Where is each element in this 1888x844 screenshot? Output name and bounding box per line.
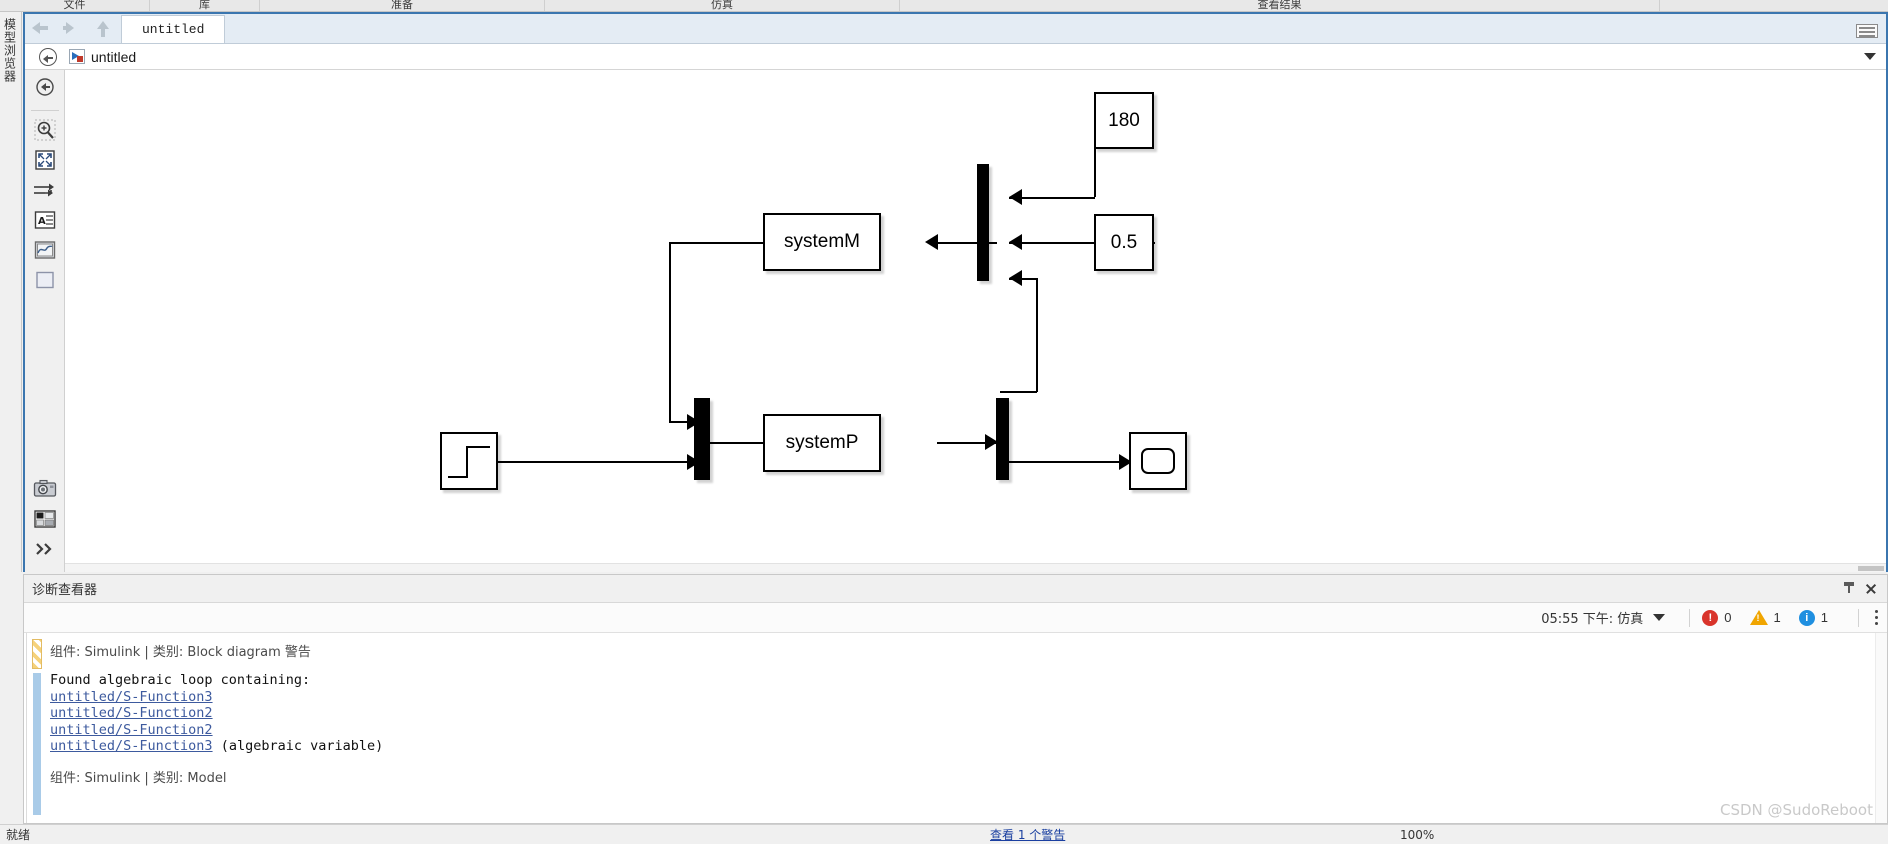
editor-tab-row: untitled — [25, 14, 1886, 44]
kebab-menu-icon[interactable] — [1875, 609, 1879, 626]
watermark: CSDN @SudoReboot — [1720, 801, 1873, 819]
arrowhead-systemM-in — [925, 234, 938, 250]
scrollbar-thumb[interactable] — [1858, 566, 1884, 571]
simulink-model-icon — [69, 49, 85, 64]
toolbar-divider — [1689, 608, 1691, 627]
status-ready-label: 就绪 — [6, 828, 31, 842]
model-browser-label: 模型浏览器 — [2, 18, 17, 83]
report-icon[interactable] — [32, 506, 58, 532]
fit-to-view-icon[interactable] — [32, 147, 58, 173]
canvas-row: A 180 0.5 systemM systemP — [25, 70, 1886, 572]
block-mux-2[interactable] — [694, 398, 710, 480]
block-step[interactable] — [440, 432, 498, 490]
tool-separator — [30, 110, 59, 111]
block-label-systemP: systemP — [785, 432, 859, 453]
block-mux-1[interactable] — [977, 164, 989, 281]
info-count: 1 — [1820, 610, 1828, 625]
navigate-up-icon[interactable] — [39, 48, 57, 66]
wire-step-to-mux2 — [498, 461, 694, 463]
diagnostic-message-list[interactable]: 组件: Simulink | 类别: Block diagram 警告 Foun… — [24, 633, 1887, 823]
message-link-1[interactable]: untitled/S-Function3 — [50, 689, 213, 705]
block-systemP[interactable]: systemP — [763, 414, 881, 472]
canvas-horizontal-scrollbar[interactable] — [65, 563, 1886, 572]
diagnostic-viewer-titlebar: 诊断查看器 — [24, 575, 1887, 603]
error-count-group[interactable]: ! 0 — [1702, 609, 1732, 626]
scope-screen-icon — [1141, 448, 1175, 474]
block-systemM[interactable]: systemM — [763, 213, 881, 271]
close-icon[interactable] — [1863, 581, 1879, 597]
camera-icon[interactable] — [32, 476, 58, 502]
more-chevrons-icon[interactable] — [32, 536, 58, 562]
message-line-1: Found algebraic loop containing: — [50, 672, 311, 688]
info-icon: i — [1798, 609, 1815, 626]
block-constant-05[interactable]: 0.5 — [1094, 214, 1154, 271]
status-warning-link[interactable]: 查看 1 个警告 — [990, 826, 1065, 843]
message-link-3[interactable]: untitled/S-Function2 — [50, 722, 213, 738]
wire-demux-to-scope — [1009, 461, 1129, 463]
breadcrumb: untitled — [25, 44, 1886, 70]
annotation-icon[interactable]: A — [32, 207, 58, 233]
menu-item-prepare[interactable]: 准备 — [260, 0, 545, 11]
menu-item-library[interactable]: 库 — [150, 0, 260, 11]
diagnostic-viewer-title: 诊断查看器 — [32, 583, 98, 598]
chevron-down-icon[interactable] — [1864, 53, 1876, 60]
diagnostic-timestamp[interactable]: 05:55 下午: 仿真 — [1541, 608, 1643, 627]
error-count: 0 — [1724, 610, 1732, 625]
block-label-systemM: systemM — [784, 231, 860, 252]
message-header-1: 组件: Simulink | 类别: Block diagram 警告 — [50, 645, 311, 660]
block-label-const180: 180 — [1108, 109, 1140, 131]
arrowhead-mux1-in1 — [1009, 189, 1022, 205]
scope-preview-icon[interactable] — [32, 237, 58, 263]
status-zoom-level: 100% — [1400, 827, 1435, 842]
zoom-in-icon[interactable] — [32, 117, 58, 143]
simulink-editor-window: untitled untitled A 180 0.5 systemM syst… — [23, 12, 1888, 572]
diagnostic-viewer-panel: 诊断查看器 05:55 下午: 仿真 ! 0 1 i 1 组件: Simulin… — [23, 574, 1888, 824]
tab-untitled[interactable]: untitled — [121, 15, 226, 43]
pin-icon[interactable] — [1841, 581, 1857, 597]
block-label-const05: 0.5 — [1110, 231, 1138, 253]
wire-feedback-horz-bottom — [1000, 391, 1037, 393]
status-bar: 就绪 查看 1 个警告 100% — [0, 824, 1888, 844]
up-arrow-icon[interactable] — [95, 18, 115, 38]
breadcrumb-label[interactable]: untitled — [91, 49, 136, 65]
layout-icon[interactable] — [1856, 24, 1878, 38]
navigation-buttons — [25, 13, 121, 43]
canvas-tool-rail: A — [25, 70, 65, 572]
message-link-2[interactable]: untitled/S-Function2 — [50, 705, 213, 721]
wire-systemM-out-vert — [669, 242, 671, 422]
menu-item-view-results[interactable]: 查看结果 — [900, 0, 1660, 11]
warning-icon — [1749, 610, 1768, 625]
model-canvas[interactable]: 180 0.5 systemM systemP — [65, 70, 1886, 572]
svg-text:A: A — [38, 216, 46, 227]
warning-count-group[interactable]: 1 — [1749, 610, 1781, 625]
toolbar-divider-2 — [1858, 608, 1859, 627]
navigate-back-icon[interactable] — [32, 74, 58, 100]
step-signal-icon — [448, 446, 490, 478]
message-link-4[interactable]: untitled/S-Function3 — [50, 738, 213, 754]
menu-item-simulate[interactable]: 仿真 — [545, 0, 900, 11]
arrowhead-mux1-in3 — [1009, 270, 1022, 286]
info-count-group[interactable]: i 1 — [1798, 609, 1828, 626]
error-icon: ! — [1702, 609, 1719, 626]
forward-arrow-icon[interactable] — [63, 18, 83, 38]
signal-routing-icon[interactable] — [32, 177, 58, 203]
back-arrow-icon[interactable] — [31, 18, 51, 38]
subsystem-icon[interactable] — [32, 267, 58, 293]
warning-count: 1 — [1773, 610, 1781, 625]
arrowhead-mux1-in2 — [1009, 234, 1022, 250]
diagnostic-vertical-scrollbar[interactable] — [1875, 633, 1887, 823]
block-demux-1[interactable] — [996, 398, 1009, 480]
diagnostic-message: 组件: Simulink | 类别: Block diagram 警告 Foun… — [24, 633, 1887, 786]
message-link-suffix: (algebraic variable) — [212, 738, 384, 755]
diagnostic-toolbar: 05:55 下午: 仿真 ! 0 1 i 1 — [24, 603, 1887, 633]
message-header-2: 组件: Simulink | 类别: Model — [50, 770, 227, 786]
wire-feedback-vert — [1036, 278, 1038, 392]
chevron-down-icon[interactable] — [1653, 614, 1666, 621]
model-browser-strip[interactable]: 模型浏览器 — [0, 12, 22, 572]
menu-item-overflow[interactable] — [1660, 0, 1888, 11]
block-constant-180[interactable]: 180 — [1094, 92, 1154, 149]
menu-bar: 文件 库 准备 仿真 查看结果 — [0, 0, 1888, 12]
menu-item-file[interactable]: 文件 — [0, 0, 150, 11]
block-scope[interactable] — [1129, 432, 1187, 490]
